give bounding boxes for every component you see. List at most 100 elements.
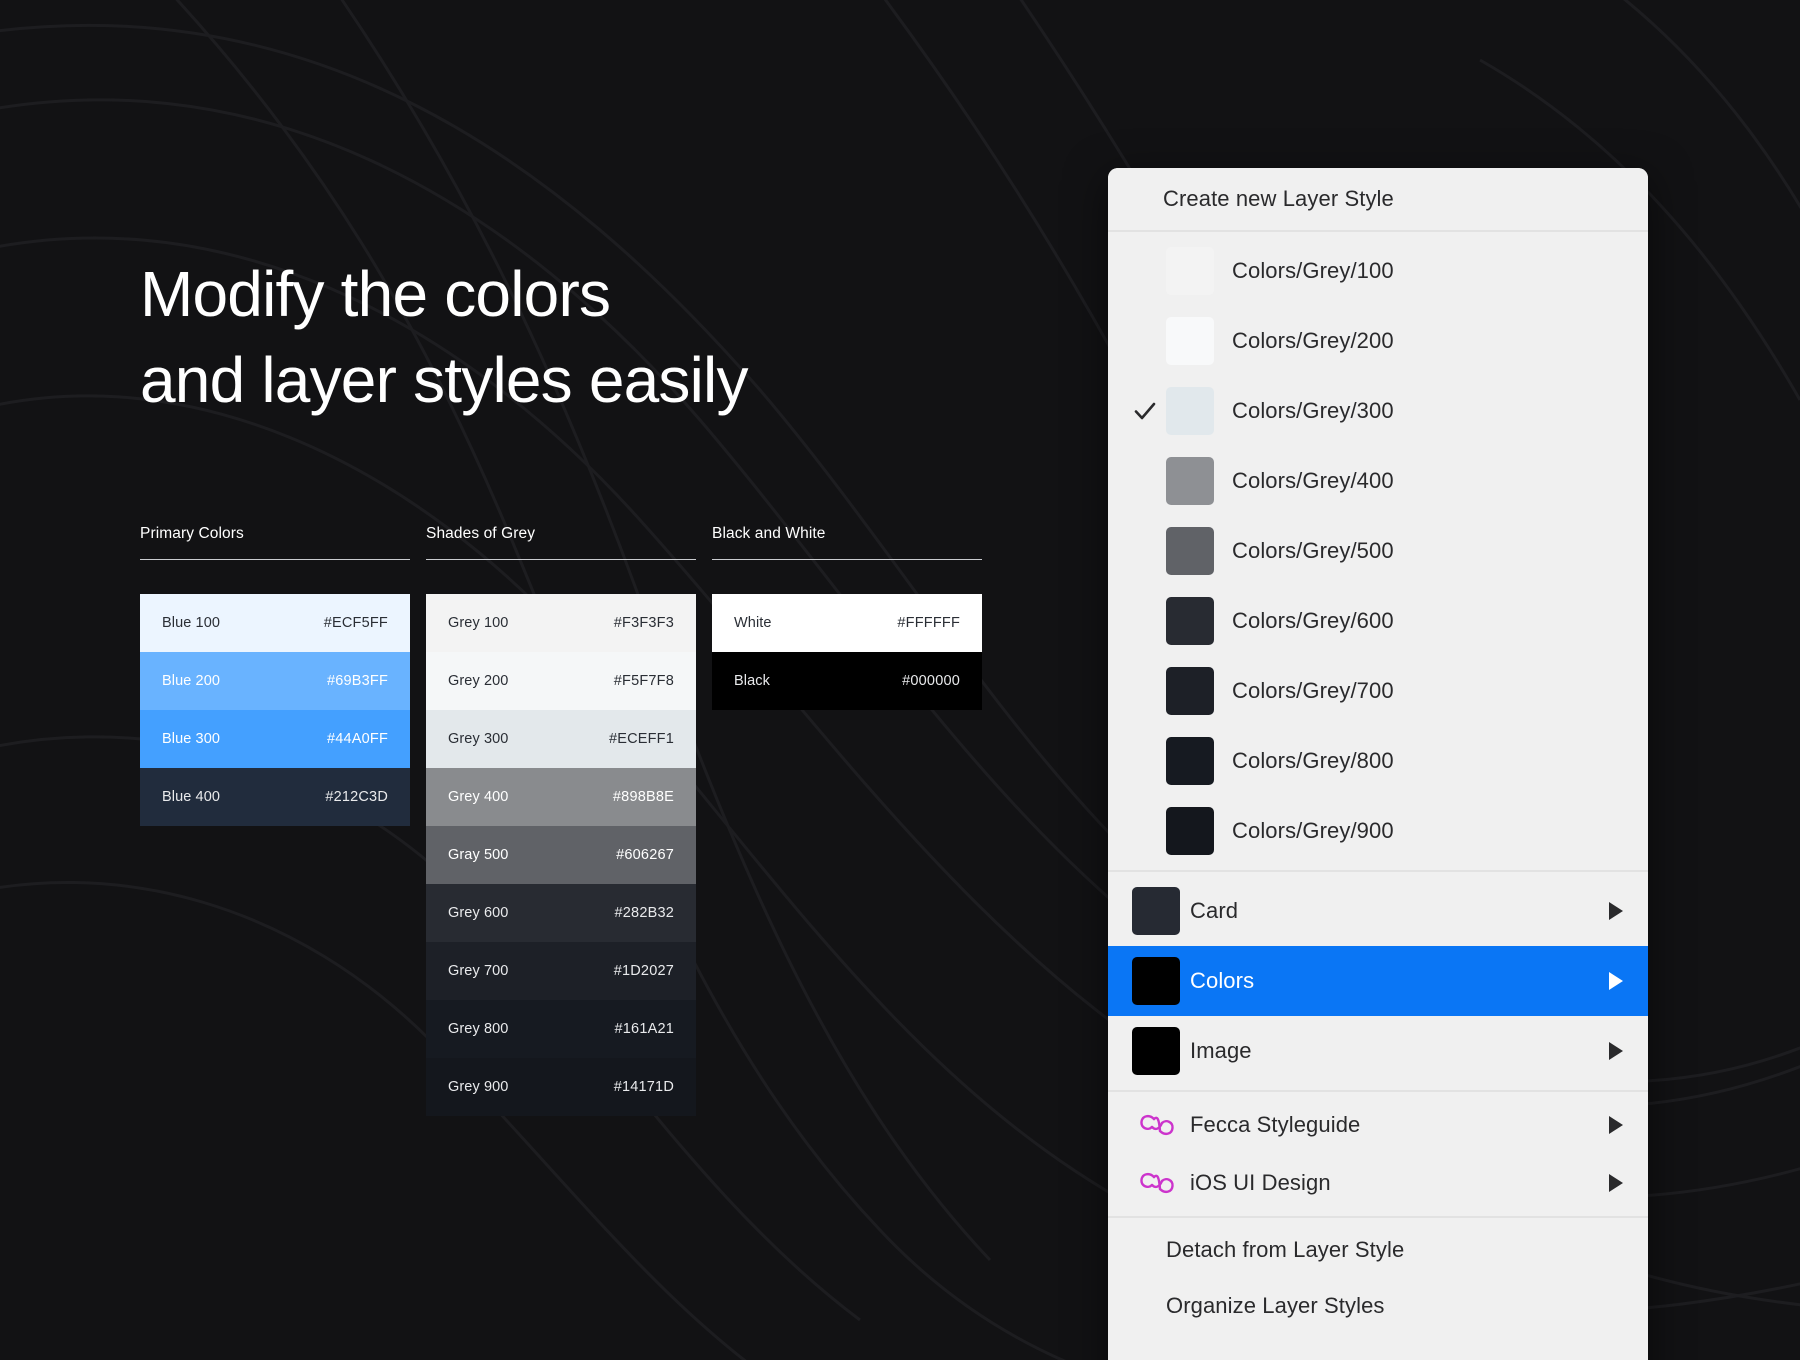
swatch-row[interactable]: Grey 300 #ECEFF1 xyxy=(426,710,696,768)
palette-title: Primary Colors xyxy=(140,525,244,542)
swatch-row[interactable]: Blue 200 #69B3FF xyxy=(140,652,410,710)
swatch-slot xyxy=(1166,247,1232,295)
swatch-row[interactable]: Blue 100 #ECF5FF xyxy=(140,594,410,652)
menu-item-ios-ui-design[interactable]: iOS UI Design xyxy=(1108,1154,1648,1212)
menu-item-colors-grey-200[interactable]: Colors/Grey/200 xyxy=(1108,306,1648,376)
swatch-name: Grey 600 xyxy=(448,905,509,921)
swatch-row[interactable]: White #FFFFFF xyxy=(712,594,982,652)
page-title: Modify the colors and layer styles easil… xyxy=(140,252,1040,424)
swatch-hex: #898B8E xyxy=(612,789,674,805)
swatch-card: White #FFFFFF Black #000000 xyxy=(712,594,982,710)
swatch-hex: #F5F7F8 xyxy=(613,673,674,689)
menu-item-colors-grey-600[interactable]: Colors/Grey/600 xyxy=(1108,586,1648,656)
chevron-right-icon xyxy=(1609,1174,1623,1192)
swatch-row[interactable]: Black #000000 xyxy=(712,652,982,710)
menu-item-label: Colors/Grey/800 xyxy=(1232,748,1394,773)
swatch-row[interactable]: Grey 700 #1D2027 xyxy=(426,942,696,1000)
submenu-arrow-slot xyxy=(1592,900,1626,922)
color-swatch-icon xyxy=(1166,807,1214,855)
swatch-row[interactable]: Grey 200 #F5F7F8 xyxy=(426,652,696,710)
menu-item-detach-from-layer-style[interactable]: Detach from Layer Style xyxy=(1108,1222,1648,1278)
swatch-hex: #F3F3F3 xyxy=(613,615,674,631)
color-swatch-icon xyxy=(1132,957,1180,1005)
checkmark-slot xyxy=(1124,398,1166,424)
submenu-arrow-slot xyxy=(1592,970,1626,992)
swatch-name: White xyxy=(734,615,772,631)
swatch-card: Grey 100 #F3F3F3 Grey 200 #F5F7F8 Grey 3… xyxy=(426,594,696,1116)
swatch-slot xyxy=(1166,317,1232,365)
swatch-row[interactable]: Blue 400 #212C3D xyxy=(140,768,410,826)
menu-item-card[interactable]: Card xyxy=(1108,876,1648,946)
menu-section-actions: Detach from Layer Style Organize Layer S… xyxy=(1108,1218,1648,1338)
swatch-slot xyxy=(1124,1027,1190,1075)
swatch-row[interactable]: Grey 100 #F3F3F3 xyxy=(426,594,696,652)
menu-item-label: Colors/Grey/900 xyxy=(1232,818,1394,843)
palette-black-and-white: Black and White White #FFFFFF Black #000… xyxy=(712,525,982,1116)
menu-item-label: iOS UI Design xyxy=(1190,1170,1331,1195)
menu-item-image[interactable]: Image xyxy=(1108,1016,1648,1086)
link-icon xyxy=(1140,1172,1174,1194)
swatch-slot xyxy=(1124,887,1190,935)
swatch-hex: #1D2027 xyxy=(613,963,674,979)
swatch-row[interactable]: Grey 800 #161A21 xyxy=(426,1000,696,1058)
color-swatch-icon xyxy=(1166,597,1214,645)
menu-item-label: Card xyxy=(1190,898,1239,923)
menu-item-fecca-styleguide[interactable]: Fecca Styleguide xyxy=(1108,1096,1648,1154)
menu-section-groups: Card Colors Image xyxy=(1108,872,1648,1090)
link-icon xyxy=(1140,1114,1174,1136)
menu-item-colors-grey-400[interactable]: Colors/Grey/400 xyxy=(1108,446,1648,516)
swatch-hex: #000000 xyxy=(902,673,960,689)
link-icon-slot xyxy=(1124,1110,1190,1140)
checkmark-icon xyxy=(1134,402,1156,420)
swatch-name: Grey 800 xyxy=(448,1021,509,1037)
menu-item-colors-grey-100[interactable]: Colors/Grey/100 xyxy=(1108,236,1648,306)
swatch-row[interactable]: Grey 400 #898B8E xyxy=(426,768,696,826)
palette-primary-colors: Primary Colors Blue 100 #ECF5FF Blue 200… xyxy=(140,525,410,1116)
chevron-right-icon xyxy=(1609,972,1623,990)
color-swatch-icon xyxy=(1166,457,1214,505)
swatch-slot xyxy=(1166,667,1232,715)
swatch-name: Grey 400 xyxy=(448,789,509,805)
headline-line-1: Modify the colors xyxy=(140,258,611,330)
palette-title: Black and White xyxy=(712,525,826,542)
swatch-name: Black xyxy=(734,673,770,689)
swatch-row[interactable]: Blue 300 #44A0FF xyxy=(140,710,410,768)
menu-item-colors[interactable]: Colors xyxy=(1108,946,1648,1016)
swatch-slot xyxy=(1166,457,1232,505)
swatch-hex: #212C3D xyxy=(325,789,388,805)
swatch-row[interactable]: Grey 900 #14171D xyxy=(426,1058,696,1116)
headline-line-2: and layer styles easily xyxy=(140,343,748,416)
menu-item-label: Colors/Grey/400 xyxy=(1232,468,1394,493)
palette-divider xyxy=(426,559,696,560)
layer-style-dropdown-menu[interactable]: Create new Layer Style Colors/Grey/100 C… xyxy=(1108,168,1648,1360)
color-swatch-icon xyxy=(1166,387,1214,435)
color-swatch-icon xyxy=(1132,1027,1180,1075)
chevron-right-icon xyxy=(1609,902,1623,920)
swatch-slot xyxy=(1124,957,1190,1005)
menu-section-styles: Colors/Grey/100 Colors/Grey/200 Colors/G… xyxy=(1108,232,1648,870)
swatch-hex: #14171D xyxy=(613,1079,674,1095)
swatch-name: Grey 700 xyxy=(448,963,509,979)
menu-item-colors-grey-700[interactable]: Colors/Grey/700 xyxy=(1108,656,1648,726)
submenu-arrow-slot xyxy=(1592,1040,1626,1062)
swatch-row[interactable]: Gray 500 #606267 xyxy=(426,826,696,884)
swatch-hex: #ECEFF1 xyxy=(608,731,674,747)
color-swatch-icon xyxy=(1166,527,1214,575)
swatch-hex: #69B3FF xyxy=(326,673,388,689)
menu-item-colors-grey-300[interactable]: Colors/Grey/300 xyxy=(1108,376,1648,446)
swatch-slot xyxy=(1166,597,1232,645)
menu-item-colors-grey-500[interactable]: Colors/Grey/500 xyxy=(1108,516,1648,586)
swatch-hex: #282B32 xyxy=(614,905,674,921)
swatch-name: Grey 200 xyxy=(448,673,509,689)
swatch-name: Gray 500 xyxy=(448,847,509,863)
menu-header-create-new-layer-style[interactable]: Create new Layer Style xyxy=(1108,168,1648,230)
menu-item-colors-grey-800[interactable]: Colors/Grey/800 xyxy=(1108,726,1648,796)
swatch-hex: #606267 xyxy=(616,847,674,863)
menu-item-colors-grey-900[interactable]: Colors/Grey/900 xyxy=(1108,796,1648,866)
menu-item-label: Organize Layer Styles xyxy=(1166,1293,1385,1318)
swatch-row[interactable]: Grey 600 #282B32 xyxy=(426,884,696,942)
palette-columns: Primary Colors Blue 100 #ECF5FF Blue 200… xyxy=(140,525,982,1116)
menu-item-label: Colors/Grey/300 xyxy=(1232,398,1394,423)
submenu-arrow-slot xyxy=(1592,1114,1626,1136)
menu-item-organize-layer-styles[interactable]: Organize Layer Styles xyxy=(1108,1278,1648,1334)
